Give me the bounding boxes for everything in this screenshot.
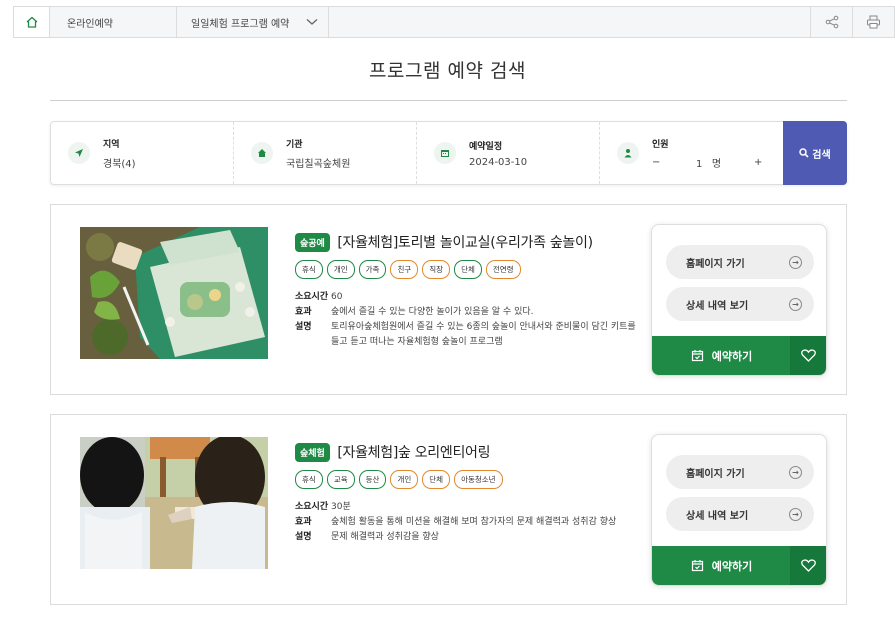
arrow-right-icon: → — [789, 297, 802, 311]
effect-label: 효과 — [295, 307, 312, 317]
person-icon — [617, 142, 639, 164]
tag-list: 휴식 교육 등산 개인 단체 아동청소년 — [295, 470, 640, 489]
description-value: 문제 해결력과 성취감을 향상 — [331, 532, 439, 542]
date-field[interactable]: 예약일정 2024-03-10 — [417, 122, 600, 184]
reserve-button-label: 예약하기 — [711, 349, 753, 363]
detail-button[interactable]: 상세 내역 보기 → — [666, 287, 814, 321]
people-field: 인원 − 1 명 + — [600, 122, 783, 184]
region-value: 경북(4) — [103, 158, 136, 170]
title-divider — [50, 100, 847, 101]
tag: 단체 — [422, 470, 451, 489]
print-icon — [867, 15, 880, 29]
chevron-down-icon — [306, 19, 318, 25]
effect-value: 숲체험 활동을 통해 미션을 해결해 보며 참가자의 문제 해결력과 성취감 향… — [331, 517, 617, 527]
tag: 개인 — [390, 470, 419, 489]
tag: 단체 — [454, 260, 482, 279]
tag: 개인 — [326, 260, 355, 279]
detail-button-label: 상세 내역 보기 — [686, 510, 749, 522]
calendar-icon — [434, 142, 456, 164]
organization-field[interactable]: 기관 국립칠곡숲체원 — [234, 122, 417, 184]
description-value: 토리유아숲체험원에서 즐길 수 있는 6종의 숲놀이 안내서와 준비물이 담긴 … — [331, 322, 636, 347]
page-title: 프로그램 예약 검색 — [369, 60, 526, 82]
people-count: 1 — [696, 158, 703, 170]
effect-label: 효과 — [295, 517, 312, 527]
share-button[interactable] — [810, 7, 852, 37]
region-label: 지역 — [103, 139, 120, 150]
homepage-button[interactable]: 홈페이지 가기 → — [666, 455, 814, 489]
action-panel: 홈페이지 가기 → 상세 내역 보기 → 예약하기 — [651, 224, 827, 376]
people-label: 인원 — [652, 139, 669, 150]
people-decrease-button[interactable]: − — [652, 157, 696, 168]
tag: 직장 — [422, 260, 451, 279]
calendar-check-icon — [691, 350, 703, 362]
program-title[interactable]: [자율체험]숲 오리엔티어링 — [337, 445, 490, 461]
duration-label: 소요시간 — [295, 502, 329, 512]
region-field[interactable]: 지역 경북(4) — [51, 122, 234, 184]
tag: 아동청소년 — [454, 470, 503, 489]
location-bar: 온라인예약 일일체험 프로그램 예약 — [13, 6, 895, 38]
house-icon — [251, 142, 273, 164]
breadcrumb-level1[interactable]: 온라인예약 — [50, 7, 177, 37]
homepage-button-label: 홈페이지 가기 — [686, 258, 745, 270]
people-stepper: − 1 명 + — [652, 155, 762, 170]
duration-value: 60 — [331, 292, 343, 302]
tag: 친구 — [390, 260, 419, 279]
people-unit: 명 — [711, 158, 722, 170]
search-bar: 지역 경북(4) 기관 국립칠곡숲체원 예약일정 2024-03-10 인원 −… — [50, 121, 847, 185]
program-title[interactable]: [자율체험]토리별 놀이교실(우리가족 숲놀이) — [337, 235, 593, 251]
tag: 휴식 — [295, 470, 323, 489]
heart-icon — [800, 559, 816, 572]
tag: 휴식 — [295, 260, 323, 279]
description-label: 설명 — [295, 322, 312, 332]
duration-label: 소요시간 — [295, 292, 329, 302]
favorite-button[interactable] — [790, 336, 826, 375]
duration-value: 30분 — [331, 502, 351, 512]
homepage-button[interactable]: 홈페이지 가기 → — [666, 245, 814, 279]
people-increase-button[interactable]: + — [754, 157, 762, 168]
homepage-button-label: 홈페이지 가기 — [686, 468, 745, 480]
tag: 전연령 — [485, 260, 521, 279]
share-icon — [825, 15, 838, 29]
home-button[interactable] — [14, 7, 50, 37]
category-badge: 숲체험 — [295, 442, 330, 462]
program-photo[interactable] — [80, 437, 268, 569]
detail-button-label: 상세 내역 보기 — [686, 300, 749, 312]
detail-button[interactable]: 상세 내역 보기 → — [666, 497, 814, 531]
date-value: 2024-03-10 — [469, 156, 528, 168]
arrow-right-icon: → — [789, 507, 802, 521]
organization-label: 기관 — [286, 139, 303, 150]
breadcrumb-level1-label: 온라인예약 — [67, 18, 113, 30]
search-button-label: 검색 — [812, 149, 831, 161]
effect-value: 숲에서 즐길 수 있는 다양한 놀이가 있음을 알 수 있다. — [331, 307, 534, 317]
organization-value: 국립칠곡숲체원 — [286, 158, 351, 170]
calendar-check-icon — [691, 560, 703, 572]
breadcrumb-level2-label: 일일체험 프로그램 예약 — [191, 18, 290, 30]
date-label: 예약일정 — [469, 141, 503, 152]
tag: 가족 — [358, 260, 387, 279]
tag: 등산 — [358, 470, 387, 489]
arrow-right-icon: → — [789, 255, 802, 269]
location-arrow-icon — [68, 142, 90, 164]
search-icon — [799, 148, 809, 158]
arrow-right-icon: → — [789, 465, 802, 479]
home-icon — [26, 16, 37, 28]
reserve-button-label: 예약하기 — [711, 559, 753, 573]
print-button[interactable] — [852, 7, 894, 37]
reserve-button[interactable]: 예약하기 — [652, 546, 791, 585]
action-panel: 홈페이지 가기 → 상세 내역 보기 → 예약하기 — [651, 434, 827, 586]
reserve-button[interactable]: 예약하기 — [652, 336, 791, 375]
category-badge: 숲공예 — [295, 232, 330, 252]
program-card: 숲공예 [자율체험]토리별 놀이교실(우리가족 숲놀이) 휴식 개인 가족 친구… — [50, 204, 847, 395]
breadcrumb-level2-dropdown[interactable]: 일일체험 프로그램 예약 — [177, 7, 329, 37]
tag-list: 휴식 개인 가족 친구 직장 단체 전연령 — [295, 260, 640, 279]
favorite-button[interactable] — [790, 546, 826, 585]
tag: 교육 — [326, 470, 355, 489]
search-button[interactable]: 검색 — [783, 121, 847, 185]
description-label: 설명 — [295, 532, 312, 542]
program-photo[interactable] — [80, 227, 268, 359]
heart-icon — [800, 349, 816, 362]
program-card: 숲체험 [자율체험]숲 오리엔티어링 휴식 교육 등산 개인 단체 아동청소년 … — [50, 414, 847, 605]
